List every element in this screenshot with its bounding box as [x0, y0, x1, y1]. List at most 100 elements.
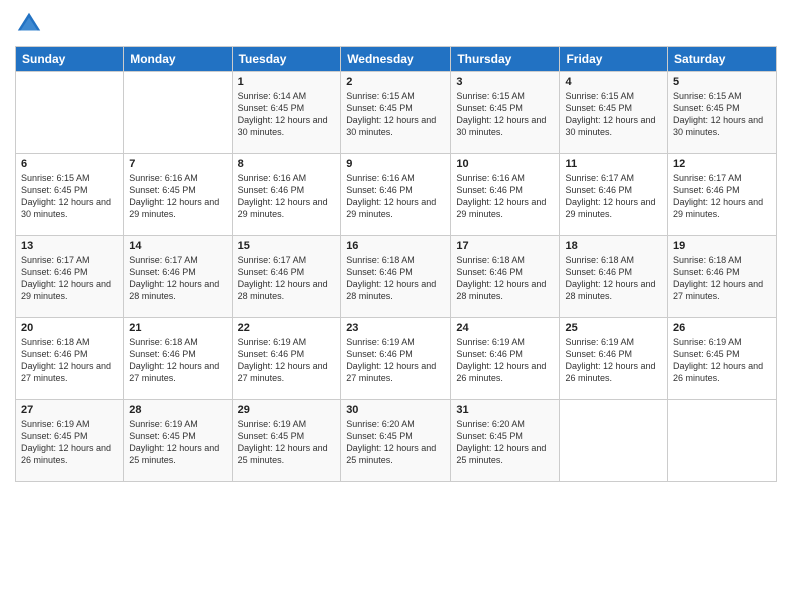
weekday-header-sunday: Sunday [16, 47, 124, 72]
day-number: 4 [565, 76, 662, 88]
day-info: Sunrise: 6:18 AM Sunset: 6:46 PM Dayligh… [673, 254, 771, 303]
calendar-cell: 31 Sunrise: 6:20 AM Sunset: 6:45 PM Dayli… [451, 400, 560, 482]
day-info: Sunrise: 6:16 AM Sunset: 6:46 PM Dayligh… [238, 172, 336, 221]
day-number: 13 [21, 240, 118, 252]
calendar-cell: 13 Sunrise: 6:17 AM Sunset: 6:46 PM Dayli… [16, 236, 124, 318]
calendar-cell: 2Sunrise: 6:15 AM Sunset: 6:45 PM Daylig… [341, 72, 451, 154]
calendar-cell: 9 Sunrise: 6:16 AM Sunset: 6:46 PM Daylig… [341, 154, 451, 236]
calendar-cell: 16 Sunrise: 6:18 AM Sunset: 6:46 PM Dayli… [341, 236, 451, 318]
calendar-cell [668, 400, 777, 482]
day-number: 16 [346, 240, 445, 252]
day-number: 25 [565, 322, 662, 334]
day-info: Sunrise: 6:19 AM Sunset: 6:46 PM Dayligh… [456, 336, 554, 385]
calendar-cell: 24 Sunrise: 6:19 AM Sunset: 6:46 PM Dayli… [451, 318, 560, 400]
calendar-cell [560, 400, 668, 482]
day-info: Sunrise: 6:15 AM Sunset: 6:45 PM Dayligh… [565, 90, 662, 139]
page: SundayMondayTuesdayWednesdayThursdayFrid… [0, 0, 792, 612]
day-number: 23 [346, 322, 445, 334]
day-info: Sunrise: 6:17 AM Sunset: 6:46 PM Dayligh… [129, 254, 226, 303]
day-info: Sunrise: 6:17 AM Sunset: 6:46 PM Dayligh… [673, 172, 771, 221]
weekday-header-wednesday: Wednesday [341, 47, 451, 72]
weekday-header-saturday: Saturday [668, 47, 777, 72]
day-number: 20 [21, 322, 118, 334]
calendar-cell: 15 Sunrise: 6:17 AM Sunset: 6:46 PM Dayli… [232, 236, 341, 318]
day-number: 18 [565, 240, 662, 252]
day-number: 28 [129, 404, 226, 416]
calendar-cell: 27Sunrise: 6:19 AM Sunset: 6:45 PM Dayli… [16, 400, 124, 482]
weekday-header-monday: Monday [124, 47, 232, 72]
day-info: Sunrise: 6:18 AM Sunset: 6:46 PM Dayligh… [565, 254, 662, 303]
day-number: 19 [673, 240, 771, 252]
calendar-cell: 4 Sunrise: 6:15 AM Sunset: 6:45 PM Daylig… [560, 72, 668, 154]
week-row-5: 27Sunrise: 6:19 AM Sunset: 6:45 PM Dayli… [16, 400, 777, 482]
day-number: 10 [456, 158, 554, 170]
day-number: 1 [238, 76, 336, 88]
day-number: 6 [21, 158, 118, 170]
calendar-cell: 5 Sunrise: 6:15 AM Sunset: 6:45 PM Daylig… [668, 72, 777, 154]
logo-icon [15, 10, 43, 38]
week-row-4: 20 Sunrise: 6:18 AM Sunset: 6:46 PM Dayli… [16, 318, 777, 400]
day-info: Sunrise: 6:18 AM Sunset: 6:46 PM Dayligh… [456, 254, 554, 303]
day-number: 7 [129, 158, 226, 170]
calendar-cell: 8 Sunrise: 6:16 AM Sunset: 6:46 PM Daylig… [232, 154, 341, 236]
weekday-header-row: SundayMondayTuesdayWednesdayThursdayFrid… [16, 47, 777, 72]
calendar-cell: 21Sunrise: 6:18 AM Sunset: 6:46 PM Dayli… [124, 318, 232, 400]
calendar-cell: 23 Sunrise: 6:19 AM Sunset: 6:46 PM Dayli… [341, 318, 451, 400]
calendar-cell: 26Sunrise: 6:19 AM Sunset: 6:45 PM Dayli… [668, 318, 777, 400]
week-row-3: 13 Sunrise: 6:17 AM Sunset: 6:46 PM Dayli… [16, 236, 777, 318]
day-info: Sunrise: 6:17 AM Sunset: 6:46 PM Dayligh… [21, 254, 118, 303]
day-number: 29 [238, 404, 336, 416]
day-info: Sunrise: 6:20 AM Sunset: 6:45 PM Dayligh… [456, 418, 554, 467]
calendar-cell: 14 Sunrise: 6:17 AM Sunset: 6:46 PM Dayli… [124, 236, 232, 318]
calendar-cell [124, 72, 232, 154]
calendar-cell: 28Sunrise: 6:19 AM Sunset: 6:45 PM Dayli… [124, 400, 232, 482]
day-info: Sunrise: 6:19 AM Sunset: 6:45 PM Dayligh… [21, 418, 118, 467]
day-info: Sunrise: 6:19 AM Sunset: 6:46 PM Dayligh… [238, 336, 336, 385]
day-number: 9 [346, 158, 445, 170]
day-info: Sunrise: 6:19 AM Sunset: 6:46 PM Dayligh… [565, 336, 662, 385]
day-number: 2 [346, 76, 445, 88]
day-info: Sunrise: 6:16 AM Sunset: 6:46 PM Dayligh… [346, 172, 445, 221]
day-info: Sunrise: 6:20 AM Sunset: 6:45 PM Dayligh… [346, 418, 445, 467]
day-number: 26 [673, 322, 771, 334]
calendar-cell: 3 Sunrise: 6:15 AM Sunset: 6:45 PM Daylig… [451, 72, 560, 154]
calendar-cell: 18 Sunrise: 6:18 AM Sunset: 6:46 PM Dayli… [560, 236, 668, 318]
weekday-header-tuesday: Tuesday [232, 47, 341, 72]
calendar-cell: 7 Sunrise: 6:16 AM Sunset: 6:45 PM Daylig… [124, 154, 232, 236]
calendar-cell: 20 Sunrise: 6:18 AM Sunset: 6:46 PM Dayli… [16, 318, 124, 400]
day-info: Sunrise: 6:16 AM Sunset: 6:45 PM Dayligh… [129, 172, 226, 221]
weekday-header-thursday: Thursday [451, 47, 560, 72]
calendar-cell: 30 Sunrise: 6:20 AM Sunset: 6:45 PM Dayli… [341, 400, 451, 482]
day-number: 17 [456, 240, 554, 252]
day-info: Sunrise: 6:14 AM Sunset: 6:45 PM Dayligh… [238, 90, 336, 139]
day-info: Sunrise: 6:18 AM Sunset: 6:46 PM Dayligh… [346, 254, 445, 303]
day-info: Sunrise: 6:18 AM Sunset: 6:46 PM Dayligh… [129, 336, 226, 385]
day-number: 30 [346, 404, 445, 416]
day-number: 5 [673, 76, 771, 88]
calendar-cell: 29 Sunrise: 6:19 AM Sunset: 6:45 PM Dayli… [232, 400, 341, 482]
calendar-cell: 17 Sunrise: 6:18 AM Sunset: 6:46 PM Dayli… [451, 236, 560, 318]
calendar-cell: 19 Sunrise: 6:18 AM Sunset: 6:46 PM Dayli… [668, 236, 777, 318]
day-number: 3 [456, 76, 554, 88]
day-info: Sunrise: 6:19 AM Sunset: 6:46 PM Dayligh… [346, 336, 445, 385]
day-info: Sunrise: 6:15 AM Sunset: 6:45 PM Dayligh… [456, 90, 554, 139]
day-info: Sunrise: 6:18 AM Sunset: 6:46 PM Dayligh… [21, 336, 118, 385]
day-info: Sunrise: 6:17 AM Sunset: 6:46 PM Dayligh… [238, 254, 336, 303]
calendar-cell: 11Sunrise: 6:17 AM Sunset: 6:46 PM Dayli… [560, 154, 668, 236]
header [15, 10, 777, 38]
day-number: 15 [238, 240, 336, 252]
day-number: 14 [129, 240, 226, 252]
week-row-2: 6Sunrise: 6:15 AM Sunset: 6:45 PM Daylig… [16, 154, 777, 236]
day-info: Sunrise: 6:15 AM Sunset: 6:45 PM Dayligh… [673, 90, 771, 139]
day-number: 12 [673, 158, 771, 170]
day-number: 31 [456, 404, 554, 416]
day-number: 22 [238, 322, 336, 334]
day-number: 24 [456, 322, 554, 334]
calendar-table: SundayMondayTuesdayWednesdayThursdayFrid… [15, 46, 777, 482]
day-info: Sunrise: 6:16 AM Sunset: 6:46 PM Dayligh… [456, 172, 554, 221]
calendar-cell: 6Sunrise: 6:15 AM Sunset: 6:45 PM Daylig… [16, 154, 124, 236]
day-number: 8 [238, 158, 336, 170]
day-info: Sunrise: 6:19 AM Sunset: 6:45 PM Dayligh… [238, 418, 336, 467]
calendar-cell: 25 Sunrise: 6:19 AM Sunset: 6:46 PM Dayli… [560, 318, 668, 400]
calendar-cell: 12 Sunrise: 6:17 AM Sunset: 6:46 PM Dayli… [668, 154, 777, 236]
